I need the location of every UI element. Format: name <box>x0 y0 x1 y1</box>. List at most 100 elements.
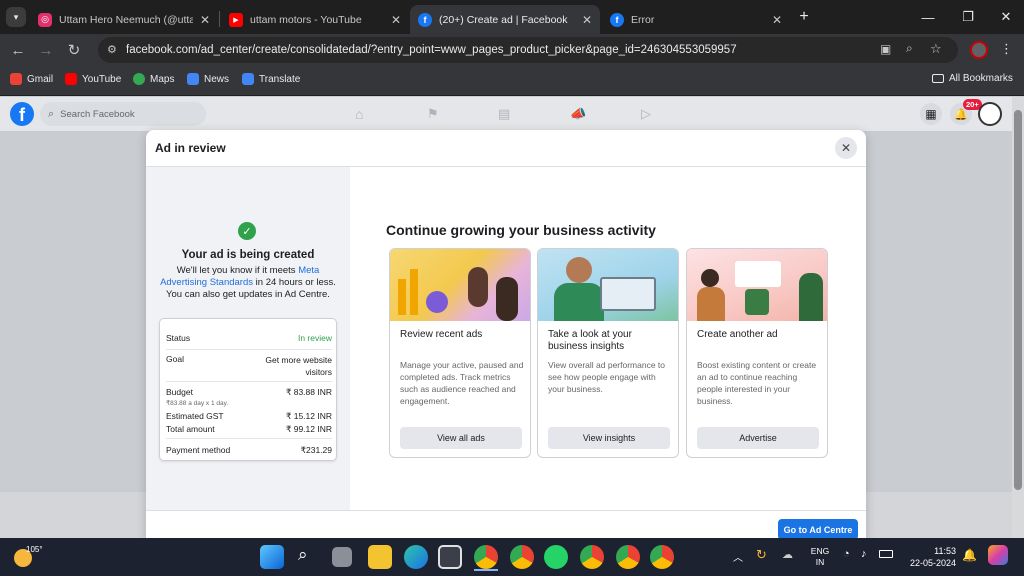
payment-value: ₹231.29 <box>300 445 332 455</box>
site-settings-icon[interactable]: ⚙ <box>107 43 117 56</box>
windows-start-icon[interactable] <box>260 545 284 569</box>
zoom-icon[interactable]: ⌕ <box>906 41 913 56</box>
language-code: ENG <box>810 546 830 556</box>
all-bookmarks[interactable]: All Bookmarks <box>932 73 1013 84</box>
close-dialog-button[interactable]: ✕ <box>835 137 857 159</box>
summary-row-total: Total amount ₹ 99.12 INR <box>166 424 332 434</box>
profile-avatar[interactable] <box>970 41 988 59</box>
search-box[interactable]: ⌕ Search Facebook <box>40 102 206 126</box>
chrome-profile-icon[interactable] <box>616 545 640 569</box>
bookmarks-bar: Gmail YouTube Maps News Translate All Bo… <box>0 66 1024 96</box>
tab-title: Error <box>631 13 655 26</box>
plant-shape <box>745 289 769 315</box>
browser-tab-active[interactable]: f (20+) Create ad | Facebook ✕ <box>410 5 600 34</box>
bookmark-maps[interactable]: Maps <box>133 73 174 85</box>
volume-icon[interactable]: ♪ <box>861 548 867 560</box>
scrollbar-thumb[interactable] <box>1014 110 1022 490</box>
browser-tab[interactable]: ◎ Uttam Hero Neemuch (@uttam ✕ <box>30 5 218 34</box>
card-review-ads: Review recent ads Manage your active, pa… <box>389 248 531 458</box>
chrome-profile-icon[interactable] <box>510 545 534 569</box>
go-to-ad-centre-button[interactable]: Go to Ad Centre <box>778 519 858 540</box>
more-menu-icon[interactable]: ⋮ <box>1000 41 1013 57</box>
browser-toolbar: ← → ↻ ⚙ facebook.com/ad_center/create/co… <box>0 34 1024 66</box>
browser-tab-strip: ▾ ◎ Uttam Hero Neemuch (@uttam ✕ ▶ uttam… <box>0 0 1024 34</box>
task-view-icon[interactable] <box>332 547 352 567</box>
whatsapp-icon[interactable] <box>544 545 568 569</box>
divider <box>166 381 332 382</box>
bookmark-news[interactable]: News <box>187 73 229 85</box>
logo-letter: f <box>19 105 25 125</box>
clock-time: 11:53 <box>934 546 956 556</box>
close-icon[interactable]: ✕ <box>772 13 782 27</box>
bookmark-star-icon[interactable]: ☆ <box>930 41 942 57</box>
cast-icon[interactable]: ▣ <box>880 42 891 56</box>
tab-title: (20+) Create ad | Facebook <box>439 13 568 26</box>
active-app-indicator <box>474 569 498 571</box>
ad-review-dialog: Ad in review ✕ ✓ Your ad is being create… <box>146 130 866 540</box>
chrome-profile-icon[interactable] <box>650 545 674 569</box>
close-icon[interactable]: ✕ <box>582 13 592 27</box>
search-icon[interactable]: ⌕ <box>298 545 308 565</box>
video-icon[interactable]: ▷ <box>641 106 651 122</box>
wifi-icon[interactable]: ◔ <box>843 548 850 560</box>
bookmark-gmail[interactable]: Gmail <box>10 73 53 85</box>
bookmark-youtube[interactable]: YouTube <box>65 73 121 85</box>
review-info-text: We'll let you know if it meets Meta Adve… <box>160 265 336 301</box>
copilot-icon[interactable] <box>988 545 1008 565</box>
new-tab-button[interactable]: + <box>794 7 814 27</box>
address-bar[interactable]: ⚙ facebook.com/ad_center/create/consolid… <box>98 37 958 63</box>
weather-widget[interactable]: 105° <box>14 545 43 569</box>
minimize-button[interactable]: — <box>908 0 948 34</box>
home-icon[interactable]: ⌂ <box>355 106 363 122</box>
tab-search-button[interactable]: ▾ <box>6 7 26 27</box>
ads-icon[interactable]: 📣 <box>570 106 586 122</box>
summary-row-status: Status In review <box>166 333 332 343</box>
person-figure <box>468 267 488 307</box>
edge-icon[interactable] <box>404 545 428 569</box>
facebook-logo[interactable]: f <box>10 102 34 126</box>
store-icon[interactable] <box>438 545 462 569</box>
menu-grid-icon[interactable]: ▦ <box>920 103 942 125</box>
person-head <box>701 269 719 287</box>
back-button[interactable]: ← <box>6 38 30 62</box>
advertise-button[interactable]: Advertise <box>697 427 819 449</box>
close-icon[interactable]: ✕ <box>200 13 210 27</box>
network-off-icon[interactable]: ☁ <box>782 548 793 561</box>
close-window-button[interactable]: ✕ <box>986 0 1024 34</box>
facebook-icon: f <box>610 12 624 27</box>
growth-heading: Continue growing your business activity <box>386 222 656 238</box>
view-insights-button[interactable]: View insights <box>548 427 670 449</box>
browser-tab[interactable]: f Error ✕ <box>602 5 790 34</box>
bookmark-translate[interactable]: Translate <box>242 73 300 85</box>
forward-button[interactable]: → <box>34 38 58 62</box>
view-all-ads-button[interactable]: View all ads <box>400 427 522 449</box>
search-icon: ⌕ <box>48 107 55 120</box>
budget-value: ₹ 83.88 INR <box>285 387 332 397</box>
clock[interactable]: 11:53 22-05-2024 <box>900 545 956 569</box>
reload-button[interactable]: ↻ <box>62 38 86 62</box>
sync-icon[interactable]: ↻ <box>756 547 767 563</box>
profile-avatar[interactable] <box>978 102 1002 126</box>
browser-tab[interactable]: ▶ uttam motors - YouTube ✕ <box>221 5 409 34</box>
pages-icon[interactable]: ⚑ <box>427 106 439 122</box>
card-title: Create another ad <box>697 329 778 340</box>
news-icon <box>187 73 199 85</box>
chevron-up-icon[interactable]: ︿ <box>733 549 743 564</box>
file-explorer-icon[interactable] <box>368 545 392 569</box>
budget-note: ₹83.88 a day x 1 day. <box>166 400 229 407</box>
language-indicator[interactable]: ENG IN <box>808 546 832 568</box>
summary-row-budget: Budget ₹ 83.88 INR <box>166 387 332 397</box>
close-icon[interactable]: ✕ <box>391 13 401 27</box>
restore-button[interactable]: ❐ <box>948 0 988 34</box>
bookmark-label: Maps <box>150 73 175 85</box>
chrome-profile-icon[interactable] <box>580 545 604 569</box>
insights-icon[interactable]: ▤ <box>498 106 510 122</box>
battery-icon[interactable] <box>879 550 893 558</box>
divider <box>166 349 332 350</box>
laptop-screen <box>600 277 656 311</box>
status-value: In review <box>297 333 332 343</box>
chrome-icon[interactable] <box>474 545 498 569</box>
pie-shape <box>426 291 448 313</box>
card-title: Review recent ads <box>400 329 483 340</box>
notifications-icon[interactable]: 🔔 <box>962 548 977 562</box>
